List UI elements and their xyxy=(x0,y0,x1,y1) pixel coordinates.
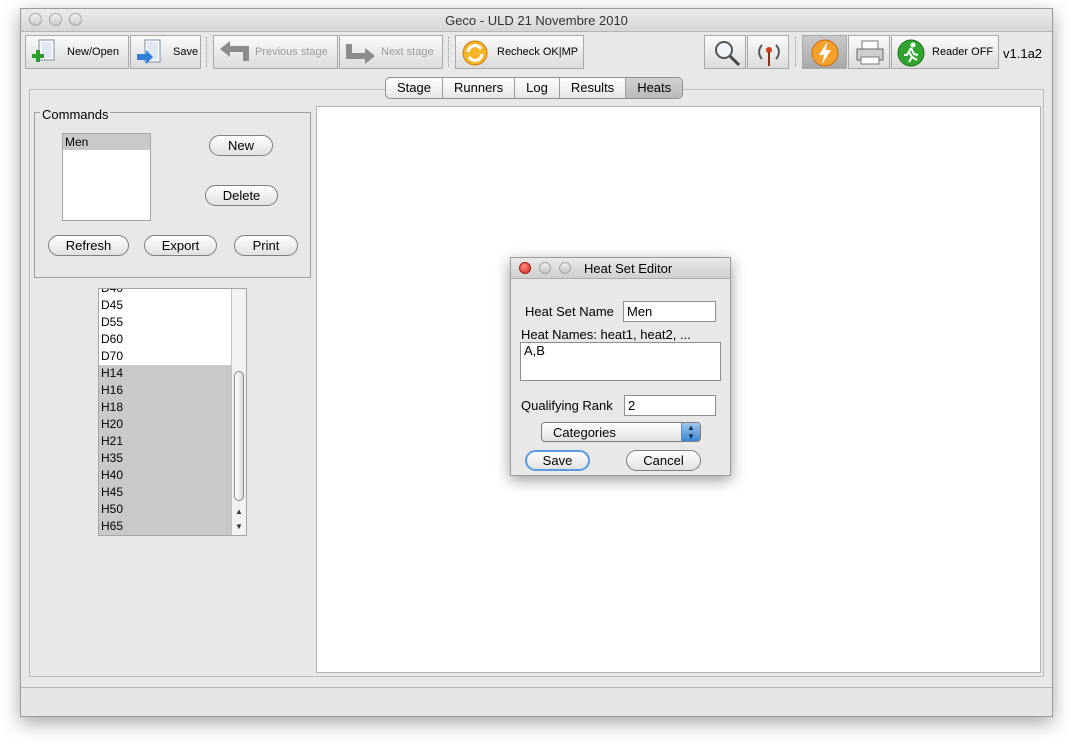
next-stage-button[interactable]: Next stage xyxy=(339,35,443,69)
category-list-scrollbar[interactable]: ▲ ▼ xyxy=(231,289,246,535)
heat-set-name-field[interactable]: Men xyxy=(623,301,716,322)
close-dialog-button[interactable] xyxy=(519,262,531,274)
previous-stage-button[interactable]: Previous stage xyxy=(213,35,338,69)
qualifying-rank-field[interactable]: 2 xyxy=(624,395,716,416)
scroll-down-arrow-icon[interactable]: ▼ xyxy=(232,520,246,534)
title-bar: Geco - ULD 21 Novembre 2010 xyxy=(21,9,1052,32)
tab-log[interactable]: Log xyxy=(515,78,560,98)
print-button[interactable] xyxy=(848,35,890,69)
toolbar-separator xyxy=(448,37,450,67)
category-list[interactable]: D40 D45 D55 D60 D70 H14 H16 H18 H20 H21 … xyxy=(98,288,247,536)
list-item[interactable]: H65 xyxy=(99,518,232,535)
dialog-title: Heat Set Editor xyxy=(584,261,673,276)
reader-button[interactable]: Reader OFF xyxy=(891,35,999,69)
new-heat-set-button[interactable]: New xyxy=(209,135,273,156)
scroll-up-arrow-icon[interactable]: ▲ xyxy=(232,505,246,519)
dialog-title-bar: Heat Set Editor xyxy=(511,258,730,279)
heat-names-label: Heat Names: heat1, heat2, ... xyxy=(521,327,691,342)
print-heats-button[interactable]: Print xyxy=(234,235,298,256)
save-label: Save xyxy=(173,46,199,58)
toolbar-separator xyxy=(206,37,208,67)
minimize-dialog-button xyxy=(539,262,551,274)
refresh-button[interactable]: Refresh xyxy=(48,235,129,256)
magnifier-icon xyxy=(715,41,741,67)
tab-bar: Stage Runners Log Results Heats xyxy=(385,77,684,99)
selected-option: Categories xyxy=(553,425,616,440)
recheck-refresh-icon xyxy=(462,40,488,66)
select-stepper-icon: ▲ ▼ xyxy=(681,423,700,441)
app-window: Geco - ULD 21 Novembre 2010 New/Open Sav… xyxy=(20,8,1053,717)
save-button[interactable]: Save xyxy=(130,35,201,69)
list-item[interactable]: H16 xyxy=(99,382,232,399)
next-stage-label: Next stage xyxy=(381,46,434,58)
save-file-icon xyxy=(137,39,161,64)
heat-set-editor-dialog: Heat Set Editor Heat Set Name Men Heat N… xyxy=(510,257,731,476)
previous-stage-label: Previous stage xyxy=(255,46,328,58)
arrow-right-icon xyxy=(346,44,375,64)
list-item[interactable]: H18 xyxy=(99,399,232,416)
list-item[interactable]: H45 xyxy=(99,484,232,501)
toolbar-separator xyxy=(795,37,797,67)
lightning-icon xyxy=(811,39,839,67)
list-item[interactable]: H50 xyxy=(99,501,232,518)
recheck-label: Recheck OK|MP xyxy=(497,46,579,58)
heat-set-list[interactable]: Men xyxy=(62,133,151,221)
list-item[interactable]: D60 xyxy=(99,331,232,348)
status-bar xyxy=(21,687,1052,716)
toolbar: New/Open Save Previous stage Next stage xyxy=(21,32,1052,74)
search-button[interactable] xyxy=(704,35,746,69)
arrow-left-icon xyxy=(220,41,249,61)
dialog-cancel-button[interactable]: Cancel xyxy=(626,450,701,471)
list-item[interactable]: H21 xyxy=(99,433,232,450)
list-item[interactable]: D55 xyxy=(99,314,232,331)
list-item[interactable]: D70 xyxy=(99,348,232,365)
export-button[interactable]: Export xyxy=(144,235,217,256)
delete-heat-set-button[interactable]: Delete xyxy=(205,185,278,206)
tab-stage[interactable]: Stage xyxy=(386,78,443,98)
reader-label: Reader OFF xyxy=(932,46,994,58)
runner-icon xyxy=(897,39,925,67)
list-item[interactable]: D40 xyxy=(99,289,232,297)
antenna-button[interactable] xyxy=(747,35,789,69)
new-open-label: New/Open xyxy=(67,46,119,58)
new-file-icon xyxy=(32,39,55,62)
window-title: Geco - ULD 21 Novembre 2010 xyxy=(445,13,628,28)
commands-legend: Commands xyxy=(40,107,111,122)
tab-results[interactable]: Results xyxy=(560,78,627,98)
version-label: v1.1a2 xyxy=(1003,46,1043,61)
list-item[interactable]: H40 xyxy=(99,467,232,484)
list-item[interactable]: H20 xyxy=(99,416,232,433)
recheck-button[interactable]: Recheck OK|MP xyxy=(455,35,584,69)
list-item[interactable]: H14 xyxy=(99,365,232,382)
dialog-save-button[interactable]: Save xyxy=(525,450,590,471)
scrollbar-thumb[interactable] xyxy=(234,371,244,501)
tab-heats[interactable]: Heats xyxy=(626,78,683,98)
list-item[interactable]: Men xyxy=(63,134,150,150)
antenna-signal-icon xyxy=(758,44,780,66)
power-button[interactable] xyxy=(802,35,847,69)
qualifying-rank-label: Qualifying Rank xyxy=(521,398,613,413)
tab-runners[interactable]: Runners xyxy=(443,78,516,98)
new-open-button[interactable]: New/Open xyxy=(25,35,129,69)
heat-names-textarea[interactable]: A,B xyxy=(520,342,721,381)
list-item[interactable]: H35 xyxy=(99,450,232,467)
zoom-dialog-button xyxy=(559,262,571,274)
heat-set-name-label: Heat Set Name xyxy=(525,304,614,319)
list-item[interactable]: D45 xyxy=(99,297,232,314)
printer-icon xyxy=(856,40,884,65)
heat-criteria-select[interactable]: Categories ▲ ▼ xyxy=(541,422,701,442)
